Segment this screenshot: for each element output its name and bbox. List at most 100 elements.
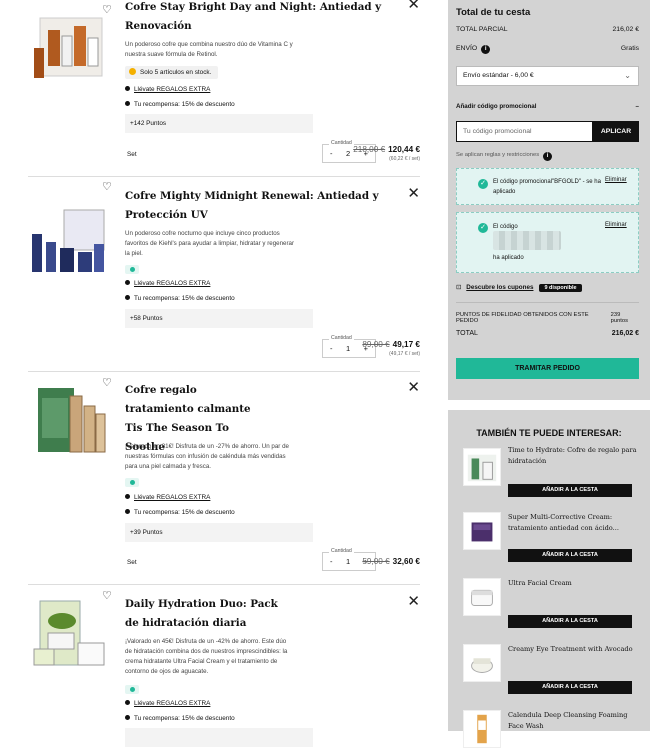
minus-icon[interactable]: - xyxy=(330,149,333,158)
current-price: 120,44 € xyxy=(388,145,420,154)
bullet-icon xyxy=(125,509,130,514)
remove-coupon-link[interactable]: Eliminar xyxy=(605,177,627,183)
feature-tag xyxy=(125,685,139,694)
bullet-icon xyxy=(125,494,130,499)
promo-code-input[interactable]: Tu código promocional xyxy=(456,121,593,142)
unit-price: (60,22 € / set) xyxy=(389,156,420,162)
reward-text: Tu recompensa: 15% de descuento xyxy=(134,715,235,722)
gift-row: Llévate REGALOS EXTRA xyxy=(125,699,210,708)
quantity-value[interactable]: 1 xyxy=(346,557,350,566)
heart-icon[interactable]: ♡ xyxy=(102,5,112,16)
quantity-value[interactable]: 2 xyxy=(346,149,350,158)
current-price: 49,17 € xyxy=(392,340,420,349)
remove-item-button[interactable]: ✕ xyxy=(407,0,420,12)
product-image[interactable] xyxy=(28,202,108,282)
shipping-option: Envío estándar - 6,00 € xyxy=(463,72,534,79)
reward-row: Tu recompensa: 15% de descuento xyxy=(125,508,235,517)
gift-link[interactable]: Llévate REGALOS EXTRA xyxy=(134,280,210,287)
cart-item: ♡ ✕ Cofre Stay Bright Day and Night: Ant… xyxy=(28,0,420,177)
product-thumbnail[interactable] xyxy=(463,710,501,748)
product-thumbnail[interactable] xyxy=(463,512,501,550)
divider xyxy=(456,302,639,303)
remove-item-button[interactable]: ✕ xyxy=(407,186,420,201)
cart-item: ♡ ✕ Cofre Mighty Midnight Renewal: Antie… xyxy=(28,177,420,372)
quantity-label: Cantidad xyxy=(329,140,354,146)
product-name[interactable]: Daily Hydration Duo: Pack de hidratación… xyxy=(125,595,295,633)
apply-button[interactable]: APLICAR xyxy=(593,121,639,142)
rules-row: Se aplican reglas y restricciones i xyxy=(456,152,639,161)
checkout-button[interactable]: TRAMITAR PEDIDO xyxy=(456,358,639,379)
cart-item: ♡ ✕ Cofre regalo tratamiento calmante Ti… xyxy=(28,372,420,585)
product-thumbnail[interactable] xyxy=(463,644,501,682)
product-image[interactable] xyxy=(28,382,108,462)
bullet-icon xyxy=(125,280,130,285)
product-name[interactable]: Cofre Stay Bright Day and Night: Antieda… xyxy=(125,0,397,36)
remove-coupon-link[interactable]: Eliminar xyxy=(605,222,627,228)
recommendations-title: TAMBIÉN TE PUEDE INTERESAR: xyxy=(476,428,622,438)
product-name[interactable]: Creamy Eye Treatment with Avocado xyxy=(508,644,638,655)
price: 59,00 €32,60 € xyxy=(362,557,420,566)
remove-item-button[interactable]: ✕ xyxy=(407,594,420,609)
gift-link[interactable]: Llévate REGALOS EXTRA xyxy=(134,700,210,707)
redacted-code xyxy=(493,231,561,250)
discover-coupons-link[interactable]: Descubre los cupones xyxy=(466,284,533,292)
product-name[interactable]: Ultra Facial Cream xyxy=(508,578,638,589)
remove-item-button[interactable]: ✕ xyxy=(407,380,420,395)
minus-icon[interactable]: - xyxy=(330,344,333,353)
product-image[interactable] xyxy=(28,8,108,88)
teal-dot-icon xyxy=(129,267,135,272)
gift-row: Llévate REGALOS EXTRA xyxy=(125,493,210,502)
collapse-icon[interactable]: – xyxy=(636,103,639,110)
product-name[interactable]: Cofre Mighty Midnight Renewal: Antiedad … xyxy=(125,187,397,225)
info-icon[interactable]: i xyxy=(543,152,553,161)
product-thumbnail[interactable] xyxy=(463,578,501,616)
shipping-row: ENVÍO i Gratis xyxy=(456,45,639,54)
product-description: ¡Valorado en 81€! Disfruta de un -27% de… xyxy=(125,443,289,470)
subtotal-value: 216,02 € xyxy=(612,26,639,33)
quantity-label: Cantidad xyxy=(329,335,354,341)
product-name[interactable]: Time to Hydrate: Cofre de regalo para hi… xyxy=(508,445,638,467)
gift-link[interactable]: Llévate REGALOS EXTRA xyxy=(134,86,210,93)
points-box: +39 Puntos xyxy=(125,523,313,542)
product-description: ¡Valorado en 45€! Disfruta de un -42% de… xyxy=(125,638,288,675)
ticket-icon: ⊡ xyxy=(456,284,462,291)
product-name[interactable]: Super Multi-Corrective Cream: tratamient… xyxy=(508,512,638,534)
gift-row: Llévate REGALOS EXTRA xyxy=(125,279,210,288)
shipping-value: Gratis xyxy=(620,45,639,52)
product-image[interactable] xyxy=(28,595,108,675)
add-to-cart-button[interactable]: AÑADIR A LA CESTA xyxy=(508,484,632,497)
coupons-row: ⊡ Descubre los cupones 9 disponible xyxy=(456,284,639,292)
points-box: +142 Puntos xyxy=(125,114,313,133)
subtotal-row: TOTAL PARCIAL 216,02 € xyxy=(456,26,639,33)
reward-text: Tu recompensa: 15% de descuento xyxy=(134,509,235,516)
quantity-value[interactable]: 1 xyxy=(346,344,350,353)
quantity-label: Cantidad xyxy=(329,548,354,554)
bullet-icon xyxy=(125,715,130,720)
gift-link[interactable]: Llévate REGALOS EXTRA xyxy=(134,494,210,501)
points-box: +58 Puntos xyxy=(125,309,313,328)
promo-toggle[interactable]: Añadir código promocional – xyxy=(456,103,639,110)
bullet-icon xyxy=(125,101,130,106)
add-to-cart-button[interactable]: AÑADIR A LA CESTA xyxy=(508,549,632,562)
info-icon[interactable]: i xyxy=(481,45,491,54)
product-name[interactable]: Calendula Deep Cleansing Foaming Face Wa… xyxy=(508,710,638,732)
warning-dot-icon xyxy=(129,68,136,75)
heart-icon[interactable]: ♡ xyxy=(102,378,112,389)
coupon-applied-text: ha aplicado xyxy=(493,255,524,261)
shipping-select[interactable]: Envío estándar - 6,00 € ⌄ xyxy=(456,66,639,86)
minus-icon[interactable]: - xyxy=(330,557,333,566)
heart-icon[interactable]: ♡ xyxy=(102,591,112,602)
heart-icon[interactable]: ♡ xyxy=(102,182,112,193)
feature-tag xyxy=(125,478,139,487)
add-to-cart-button[interactable]: AÑADIR A LA CESTA xyxy=(508,615,632,628)
reward-text: Tu recompensa: 15% de descuento xyxy=(134,101,235,108)
coupons-badge: 9 disponible xyxy=(539,284,582,292)
subtotal-label: TOTAL PARCIAL xyxy=(456,26,508,33)
check-icon: ✓ xyxy=(478,223,488,233)
stock-badge: Solo 5 artículos en stock. xyxy=(125,66,219,79)
summary-title: Total de tu cesta xyxy=(456,7,531,18)
add-to-cart-button[interactable]: AÑADIR A LA CESTA xyxy=(508,681,632,694)
product-thumbnail[interactable] xyxy=(463,448,501,486)
product-description: Un poderoso cofre nocturno que incluye c… xyxy=(125,230,295,257)
check-icon: ✓ xyxy=(478,179,488,189)
